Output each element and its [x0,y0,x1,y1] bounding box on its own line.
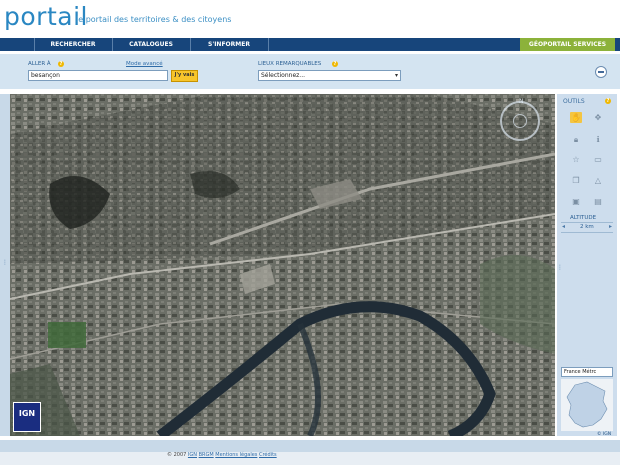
aller-help-icon[interactable]: ? [58,61,64,67]
minimap-france[interactable] [561,379,613,431]
footer-link-ign[interactable]: IGN [188,452,197,458]
expand-right-icon[interactable]: ⋮ [557,264,563,271]
altitude-value: 2 km [580,224,594,230]
footer-link-credits[interactable]: Crédits [259,452,277,458]
main-nav: RECHERCHER CATALOGUES S'INFORMER GÉOPORT… [0,38,620,51]
lieux-help-icon[interactable]: ? [332,61,338,67]
ign-logo: IGN [13,402,41,432]
minimap-select[interactable]: France Métrc [561,367,613,377]
map-view[interactable]: N IGN [10,94,555,436]
ign-logo-text: IGN [18,409,36,418]
expand-left-icon: ⋮ [2,259,8,266]
nav-item-geoportail-services[interactable]: GÉOPORTAIL SERVICES [520,38,615,51]
footer-copyright: © 2007 [167,452,187,458]
france-map-icon [566,381,608,428]
star-icon[interactable]: ☆ [570,154,582,165]
chevron-down-icon: ▾ [394,72,398,79]
nav-item-rechercher[interactable]: RECHERCHER [34,38,113,51]
altitude-up-icon[interactable]: ▸ [609,223,612,230]
footer-link-mentions[interactable]: Mentions légales [215,452,257,458]
compass-center-icon [513,114,527,128]
book-icon[interactable]: ❐ [570,175,582,186]
north-indicator-icon: N [519,98,524,105]
mode-avance-link[interactable]: Mode avancé [126,61,163,67]
aller-a-label: ALLER À [28,61,51,67]
navigate-icon[interactable]: ✥ [592,112,604,123]
nav-item-catalogues[interactable]: CATALOGUES [112,38,191,51]
altitude-down-icon[interactable]: ◂ [562,223,565,230]
lieux-select-value: Sélectionnez... [261,72,306,79]
minus-icon [598,71,604,73]
compass-control[interactable]: N [500,98,540,141]
page-footer: © 2007 IGN BRGM Mentions légales Crédits [0,440,620,465]
collapse-panel-button[interactable] [595,66,607,78]
lieux-select[interactable]: Sélectionnez... ▾ [258,70,401,81]
search-bar: ALLER À ? Mode avancé besançon J'y vais … [0,54,620,89]
minimap-select-value: France Métrc [564,369,597,375]
tools-help-icon[interactable]: ? [605,98,611,104]
info-icon[interactable]: ℹ [592,134,604,145]
footer-bar [0,440,620,452]
save-icon[interactable]: ▣ [570,196,582,207]
site-tagline: le portail des territoires & des citoyen… [76,15,232,24]
aerial-imagery [10,94,555,436]
footer-links: © 2007 IGN BRGM Mentions légales Crédits [167,452,277,458]
nav-item-sinformer[interactable]: S'INFORMER [190,38,269,51]
pan-icon[interactable]: ✋ [570,112,582,123]
altitude-label: ALTITUDE [570,215,597,221]
profile-icon[interactable]: △ [592,175,604,186]
left-panel-handle[interactable]: ⋮ [0,94,10,436]
aller-a-input[interactable]: besançon [28,70,168,81]
folder-icon[interactable]: ▭ [592,154,604,165]
tools-panel: OUTILS ? ✋ ✥ 🔒︎ ℹ ☆ ▭ ❐ △ ▣ ▤ ALTITUDE ◂… [557,94,617,437]
ign-copyright-small: © IGN [597,432,612,437]
print-icon[interactable]: ▤ [592,196,604,207]
lieux-remarquables-label: LIEUX REMARQUABLES [258,61,322,67]
tools-title: OUTILS [563,98,585,105]
jy-vais-button[interactable]: J'y vais [171,70,198,82]
lock-icon[interactable]: 🔒︎ [570,134,582,145]
footer-link-brgm[interactable]: BRGM [199,452,214,458]
altitude-control[interactable]: ◂ 2 km ▸ [561,222,613,233]
nav-item-home[interactable] [0,38,35,51]
